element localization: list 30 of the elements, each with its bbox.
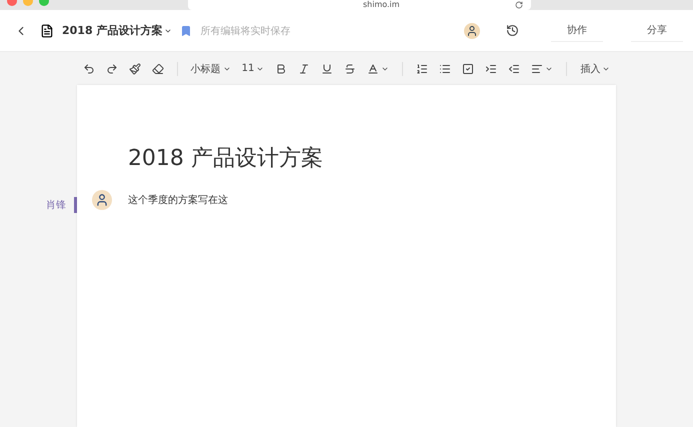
avatar-icon[interactable]: [464, 22, 480, 38]
bookmark-icon[interactable]: [180, 24, 192, 36]
eraser-icon: [152, 62, 164, 74]
avatar-icon: [92, 190, 112, 210]
save-status: 所有编辑将实时保存: [200, 24, 290, 38]
strikethrough-icon: [344, 62, 356, 74]
text-color-icon: [367, 62, 380, 74]
author-marker: [74, 197, 77, 213]
document-icon: [40, 24, 54, 38]
redo-icon: [106, 62, 118, 74]
history-icon: [506, 24, 519, 37]
document-heading: 2018 产品设计方案: [128, 145, 324, 173]
reload-icon: [515, 1, 523, 9]
author-name: 肖锋: [46, 198, 66, 212]
address-bar[interactable]: shimo.im: [188, 0, 531, 10]
align-left-icon: [531, 62, 544, 74]
outdent-icon: [508, 62, 520, 74]
paragraph-style-dropdown[interactable]: 小标题: [186, 58, 235, 78]
bold-icon: [275, 62, 288, 74]
undo-icon: [82, 62, 95, 74]
document-title-menu[interactable]: 2018 产品设计方案: [62, 23, 172, 38]
underline-icon: [321, 62, 334, 74]
insert-dropdown[interactable]: 插入: [576, 58, 614, 78]
paintbrush-icon: [128, 62, 141, 74]
checklist-icon: [462, 62, 474, 74]
paragraph-text: 这个季度的方案写在这: [128, 194, 228, 207]
font-size-dropdown[interactable]: 11: [238, 58, 268, 78]
italic-icon: [298, 62, 310, 74]
indent-icon: [485, 62, 498, 74]
numbered-list-icon: [416, 62, 428, 74]
